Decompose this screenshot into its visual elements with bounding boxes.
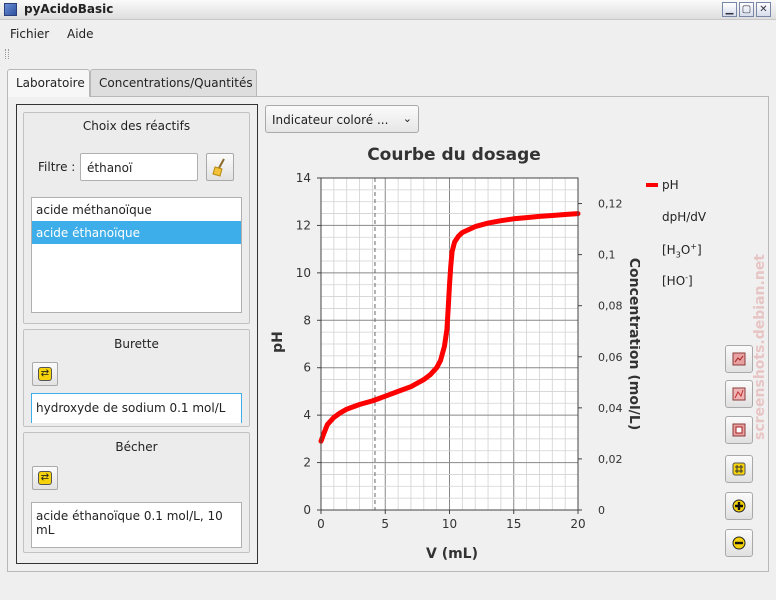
x-tick-label: 5 xyxy=(381,517,389,531)
copy-chart-button[interactable] xyxy=(725,416,753,444)
y-tick-label: 12 xyxy=(296,218,311,232)
image-export-icon xyxy=(732,352,746,366)
broom-icon xyxy=(212,158,225,177)
x-tick-label: 0 xyxy=(317,517,325,531)
y-tick-label: 14 xyxy=(296,171,311,185)
legend-swatch-ph xyxy=(646,183,658,187)
x-tick-label: 15 xyxy=(506,517,521,531)
app-icon xyxy=(4,3,17,16)
y2-tick-label: 0,04 xyxy=(598,402,623,415)
y2-tick-label: 0 xyxy=(598,504,605,517)
indicator-dropdown[interactable]: Indicateur coloré ... ⌄ xyxy=(265,105,419,133)
burette-value[interactable]: hydroxyde de sodium 0.1 mol/L xyxy=(31,393,242,423)
chart-export-icon xyxy=(732,387,746,401)
list-item[interactable]: acide méthanoïque xyxy=(32,198,241,221)
x-tick-label: 20 xyxy=(570,517,585,531)
y2-axis-label: Concentration (mol/L) xyxy=(626,258,640,430)
legend-h3o[interactable]: [H3O+] xyxy=(662,242,702,259)
y-tick-label: 10 xyxy=(296,266,311,280)
maximize-button[interactable]: ▢ xyxy=(739,2,754,17)
grid-toggle-button[interactable] xyxy=(725,455,753,483)
y-tick-label: 8 xyxy=(303,313,311,327)
y2-tick-label: 0,1 xyxy=(598,249,616,262)
menu-fichier[interactable]: Fichier xyxy=(10,27,49,41)
zoom-out-button[interactable] xyxy=(725,529,753,557)
menu-bar: Fichier Aide xyxy=(0,22,776,46)
grid-icon xyxy=(732,462,746,476)
y-tick-label: 4 xyxy=(303,408,311,422)
title-bar: pyAcidoBasic ▁ ▢ ✕ xyxy=(0,0,776,20)
swap-icon: ⇄ xyxy=(38,367,52,381)
burette-title: Burette xyxy=(114,337,159,351)
x-tick-label: 10 xyxy=(442,517,457,531)
titration-chart[interactable]: Courbe du dosage 0 5 10 15 20 02468101214 00… xyxy=(262,138,640,568)
legend-dphdv[interactable]: dpH/dV xyxy=(662,210,706,224)
filter-label: Filtre : xyxy=(38,160,76,174)
y2-tick-labels: 0 0,02 0,04 0,06 0,08 0,1 0,12 xyxy=(578,198,623,517)
indicator-label: Indicateur coloré ... xyxy=(272,113,389,127)
y-axis-label: pH xyxy=(270,331,286,353)
tab-laboratoire[interactable]: Laboratoire xyxy=(7,69,90,97)
chart-title: Courbe du dosage xyxy=(367,145,541,165)
burette-swap-button[interactable]: ⇄ xyxy=(32,362,58,386)
app-window: pyAcidoBasic ▁ ▢ ✕ Fichier Aide Laborato… xyxy=(0,0,776,600)
copy-icon xyxy=(732,423,746,437)
menu-aide[interactable]: Aide xyxy=(67,27,94,41)
tab-concentrations[interactable]: Concentrations/Quantités xyxy=(90,69,257,96)
becher-swap-button[interactable]: ⇄ xyxy=(32,466,58,490)
x-axis-label: V (mL) xyxy=(426,546,478,562)
clear-filter-button[interactable] xyxy=(206,153,234,181)
becher-title: Bécher xyxy=(115,440,158,454)
minus-icon xyxy=(732,536,746,550)
y2-tick-label: 0,02 xyxy=(598,453,623,466)
window-title: pyAcidoBasic xyxy=(24,2,114,16)
reactifs-list[interactable]: acide méthanoïque acide éthanoïque xyxy=(31,197,242,313)
chart-grid xyxy=(320,177,579,511)
legend-ho[interactable]: [HO-] xyxy=(662,273,693,288)
y-tick-label: 2 xyxy=(303,456,311,470)
x-tick-labels: 0 5 10 15 20 xyxy=(317,510,586,531)
legend-ph[interactable]: pH xyxy=(662,178,679,192)
plus-icon xyxy=(732,499,746,513)
list-item-selected[interactable]: acide éthanoïque xyxy=(32,221,241,244)
close-button[interactable]: ✕ xyxy=(756,2,771,17)
swap-icon: ⇄ xyxy=(38,471,52,485)
minimize-button[interactable]: ▁ xyxy=(722,2,737,17)
becher-value[interactable]: acide éthanoïque 0.1 mol/L, 10 mL xyxy=(31,502,242,548)
y2-tick-label: 0,06 xyxy=(598,351,623,364)
zoom-in-button[interactable] xyxy=(725,492,753,520)
y-tick-label: 0 xyxy=(303,503,311,517)
export-data-button[interactable] xyxy=(725,380,753,408)
chevron-down-icon: ⌄ xyxy=(402,112,412,125)
y-tick-labels: 0 2 4 6 8 10 12 14 xyxy=(296,171,321,517)
filter-input[interactable]: éthanoï xyxy=(80,153,198,181)
export-image-button[interactable] xyxy=(725,345,753,373)
toolbar-grip[interactable] xyxy=(5,49,9,59)
y2-tick-label: 0,08 xyxy=(598,300,623,313)
watermark-text: screenshots.debian.net xyxy=(752,254,768,440)
y2-tick-label: 0,12 xyxy=(598,198,623,211)
y-tick-label: 6 xyxy=(303,361,311,375)
reactifs-title: Choix des réactifs xyxy=(82,119,191,133)
